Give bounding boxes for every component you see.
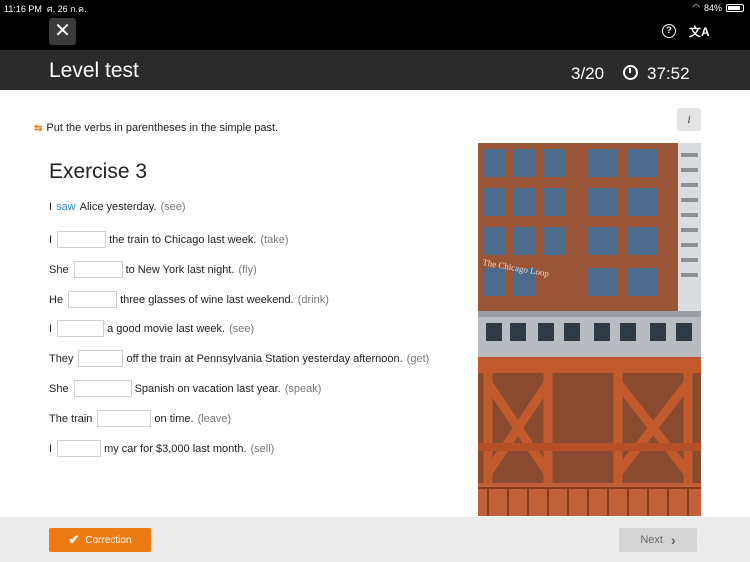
item-subject: The train	[49, 412, 93, 425]
item-hint: (fly)	[238, 263, 257, 276]
exercise-item: I the train to Chicago last week. (take)	[49, 231, 289, 248]
top-toolbar: ✕ ? 文A	[0, 14, 750, 50]
answer-input[interactable]	[57, 320, 105, 337]
correction-button[interactable]: ✔ Correction	[49, 528, 151, 552]
item-hint: (speak)	[284, 382, 322, 395]
train-photo: The Chicago Loop	[478, 143, 701, 516]
item-subject: They	[49, 352, 74, 365]
answer-input[interactable]	[68, 291, 118, 308]
exercise-item: They off the train at Pennsylvania Stati…	[49, 350, 429, 367]
item-hint: (drink)	[297, 293, 329, 306]
status-time: 11:16 PM	[4, 4, 42, 14]
item-hint: (get)	[406, 352, 430, 365]
item-rest: Spanish on vacation last year.	[134, 382, 281, 395]
item-rest: a good movie last week.	[107, 322, 226, 335]
answer-input[interactable]	[73, 261, 123, 278]
example-rest: Alice yesterday.	[79, 201, 157, 213]
page-title: Level test	[49, 59, 139, 82]
item-hint: (sell)	[250, 442, 275, 455]
exercise-item: I my car for $3,000 last month. (sell)	[49, 440, 274, 457]
item-rest: on time.	[154, 412, 194, 425]
answer-input[interactable]	[73, 380, 132, 397]
correction-label: Correction	[85, 534, 132, 546]
close-icon: ✕	[54, 20, 71, 42]
item-hint: (leave)	[197, 412, 232, 425]
item-rest: off the train at Pennsylvania Station ye…	[126, 352, 403, 365]
item-subject: I	[49, 322, 53, 335]
answer-input[interactable]	[57, 231, 107, 248]
instruction: ⇆ Put the verbs in parentheses in the si…	[34, 122, 278, 134]
item-hint: (see)	[229, 322, 255, 335]
page-header: Level test 3/20 37:52	[0, 50, 750, 90]
wifi-icon: ◠	[692, 2, 700, 12]
timer: 37:52	[647, 64, 690, 83]
next-button[interactable]: Next ›	[619, 528, 697, 552]
exercise-item: I a good movie last week. (see)	[49, 320, 254, 337]
item-rest: the train to Chicago last week.	[109, 233, 257, 246]
swap-arrows-icon: ⇆	[34, 122, 43, 134]
status-right: ◠ 84%	[692, 2, 744, 13]
item-subject: I	[49, 442, 53, 455]
question-progress: 3/20	[571, 64, 605, 83]
example-sentence: I saw Alice yesterday. (see)	[49, 201, 186, 213]
chevron-right-icon: ›	[670, 532, 676, 548]
answer-input[interactable]	[78, 350, 124, 367]
item-rest: to New York last night.	[125, 263, 235, 276]
check-icon: ✔	[68, 532, 80, 547]
close-button[interactable]: ✕	[49, 18, 76, 45]
exercise-item: She Spanish on vacation last year. (spea…	[49, 380, 321, 397]
example-subject: I	[49, 201, 53, 213]
item-subject: She	[49, 263, 69, 276]
help-icon[interactable]: ?	[662, 24, 676, 38]
footer-bar: ✔ Correction Next ›	[0, 517, 750, 562]
status-bar: 11:16 PM ศ. 26 ก.ค. ◠ 84%	[0, 0, 750, 14]
status-date: ศ. 26 ก.ค.	[46, 4, 87, 14]
item-subject: He	[49, 293, 64, 306]
example-hint: (see)	[160, 201, 186, 213]
answer-input[interactable]	[97, 410, 152, 427]
exercise-title: Exercise 3	[49, 160, 148, 183]
item-hint: (take)	[260, 233, 289, 246]
answer-input[interactable]	[57, 440, 102, 457]
item-subject: I	[49, 233, 53, 246]
clock-icon	[623, 65, 638, 80]
info-button[interactable]: i	[677, 108, 701, 131]
train-photo-illustration: The Chicago Loop	[478, 143, 701, 516]
battery-icon	[726, 3, 744, 12]
example-answer: saw	[56, 201, 76, 213]
item-rest: my car for $3,000 last month.	[104, 442, 247, 455]
next-label: Next	[640, 534, 663, 546]
exercise-item: He three glasses of wine last weekend. (…	[49, 291, 329, 308]
instruction-text: Put the verbs in parentheses in the simp…	[46, 122, 279, 134]
exercise-item: She to New York last night. (fly)	[49, 261, 257, 278]
item-subject: She	[49, 382, 69, 395]
exercise-item: The train on time. (leave)	[49, 410, 231, 427]
item-rest: three glasses of wine last weekend.	[120, 293, 294, 306]
battery-percent: 84%	[703, 2, 722, 13]
translate-icon[interactable]: 文A	[689, 23, 710, 40]
